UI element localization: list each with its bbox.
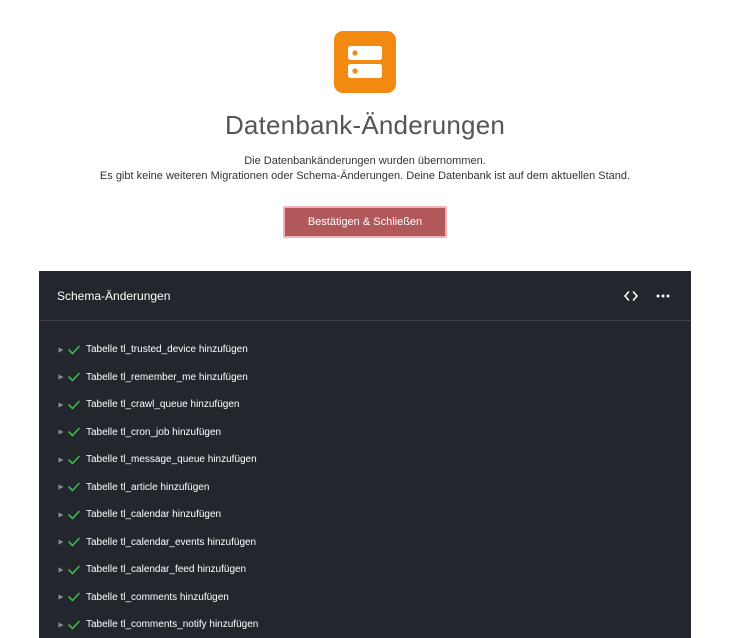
list-item[interactable]: Tabelle tl_calendar hinzufügen (39, 501, 691, 529)
checkmark-icon (68, 564, 80, 576)
list-item[interactable]: Tabelle tl_article hinzufügen (39, 474, 691, 502)
more-icon[interactable] (653, 286, 673, 306)
checkmark-icon (68, 371, 80, 383)
expand-arrow-icon[interactable] (57, 428, 65, 436)
expand-arrow-icon[interactable] (57, 511, 65, 519)
confirm-and-close-button[interactable]: Bestätigen & Schließen (283, 206, 447, 238)
expand-arrow-icon[interactable] (57, 538, 65, 546)
list-item-label: Tabelle tl_crawl_queue hinzufügen (86, 399, 240, 411)
expand-arrow-icon[interactable] (57, 566, 65, 574)
list-item-label: Tabelle tl_calendar_feed hinzufügen (86, 564, 247, 576)
expand-arrow-icon[interactable] (57, 456, 65, 464)
schema-changes-header: Schema-Änderungen (39, 271, 691, 321)
checkmark-icon (68, 399, 80, 411)
expand-arrow-icon[interactable] (57, 401, 65, 409)
list-item[interactable]: Tabelle tl_calendar_feed hinzufügen (39, 556, 691, 584)
list-item-label: Tabelle tl_message_queue hinzufügen (86, 454, 257, 466)
list-item-label: Tabelle tl_comments_notify hinzufügen (86, 619, 259, 631)
panel-title: Schema-Änderungen (57, 288, 171, 303)
checkmark-icon (68, 509, 80, 521)
status-message-line-2: Es gibt keine weiteren Migrationen oder … (99, 170, 631, 182)
list-item-label: Tabelle tl_cron_job hinzufügen (86, 426, 222, 438)
expand-arrow-icon[interactable] (57, 483, 65, 491)
list-item[interactable]: Tabelle tl_comments_notify hinzufügen (39, 611, 691, 638)
expand-arrow-icon[interactable] (57, 373, 65, 381)
list-item[interactable]: Tabelle tl_trusted_device hinzufügen (39, 336, 691, 364)
schema-changes-panel: Schema-Änderungen Tabelle tl_trusted_dev… (39, 271, 691, 638)
list-item[interactable]: Tabelle tl_remember_me hinzufügen (39, 364, 691, 392)
list-item[interactable]: Tabelle tl_cron_job hinzufügen (39, 419, 691, 447)
expand-arrow-icon[interactable] (57, 346, 65, 354)
install-tool-page: Datenbank-Änderungen Die Datenbankänderu… (0, 0, 730, 638)
expand-arrow-icon[interactable] (57, 593, 65, 601)
checkmark-icon (68, 481, 80, 493)
schema-changes-list: Tabelle tl_trusted_device hinzufügen Tab… (39, 321, 691, 638)
list-item-label: Tabelle tl_calendar_events hinzufügen (86, 536, 257, 548)
list-item-label: Tabelle tl_calendar hinzufügen (86, 509, 222, 521)
database-server-icon (334, 31, 396, 93)
expand-arrow-icon[interactable] (57, 621, 65, 629)
checkmark-icon (68, 344, 80, 356)
checkmark-icon (68, 536, 80, 548)
list-item-label: Tabelle tl_article hinzufügen (86, 481, 210, 493)
checkmark-icon (68, 591, 80, 603)
checkmark-icon (68, 426, 80, 438)
list-item-label: Tabelle tl_remember_me hinzufügen (86, 371, 248, 383)
status-message: Die Datenbankänderungen wurden übernomme… (0, 154, 730, 184)
checkmark-icon (68, 454, 80, 466)
list-item[interactable]: Tabelle tl_calendar_events hinzufügen (39, 529, 691, 557)
status-message-line-1: Die Datenbankänderungen wurden übernomme… (244, 155, 486, 167)
list-item-label: Tabelle tl_comments hinzufügen (86, 591, 229, 603)
code-icon[interactable] (621, 286, 641, 306)
list-item[interactable]: Tabelle tl_comments hinzufügen (39, 584, 691, 612)
list-item[interactable]: Tabelle tl_message_queue hinzufügen (39, 446, 691, 474)
list-item-label: Tabelle tl_trusted_device hinzufügen (86, 344, 248, 356)
page-title: Datenbank-Änderungen (224, 110, 506, 140)
checkmark-icon (68, 619, 80, 631)
list-item[interactable]: Tabelle tl_crawl_queue hinzufügen (39, 391, 691, 419)
